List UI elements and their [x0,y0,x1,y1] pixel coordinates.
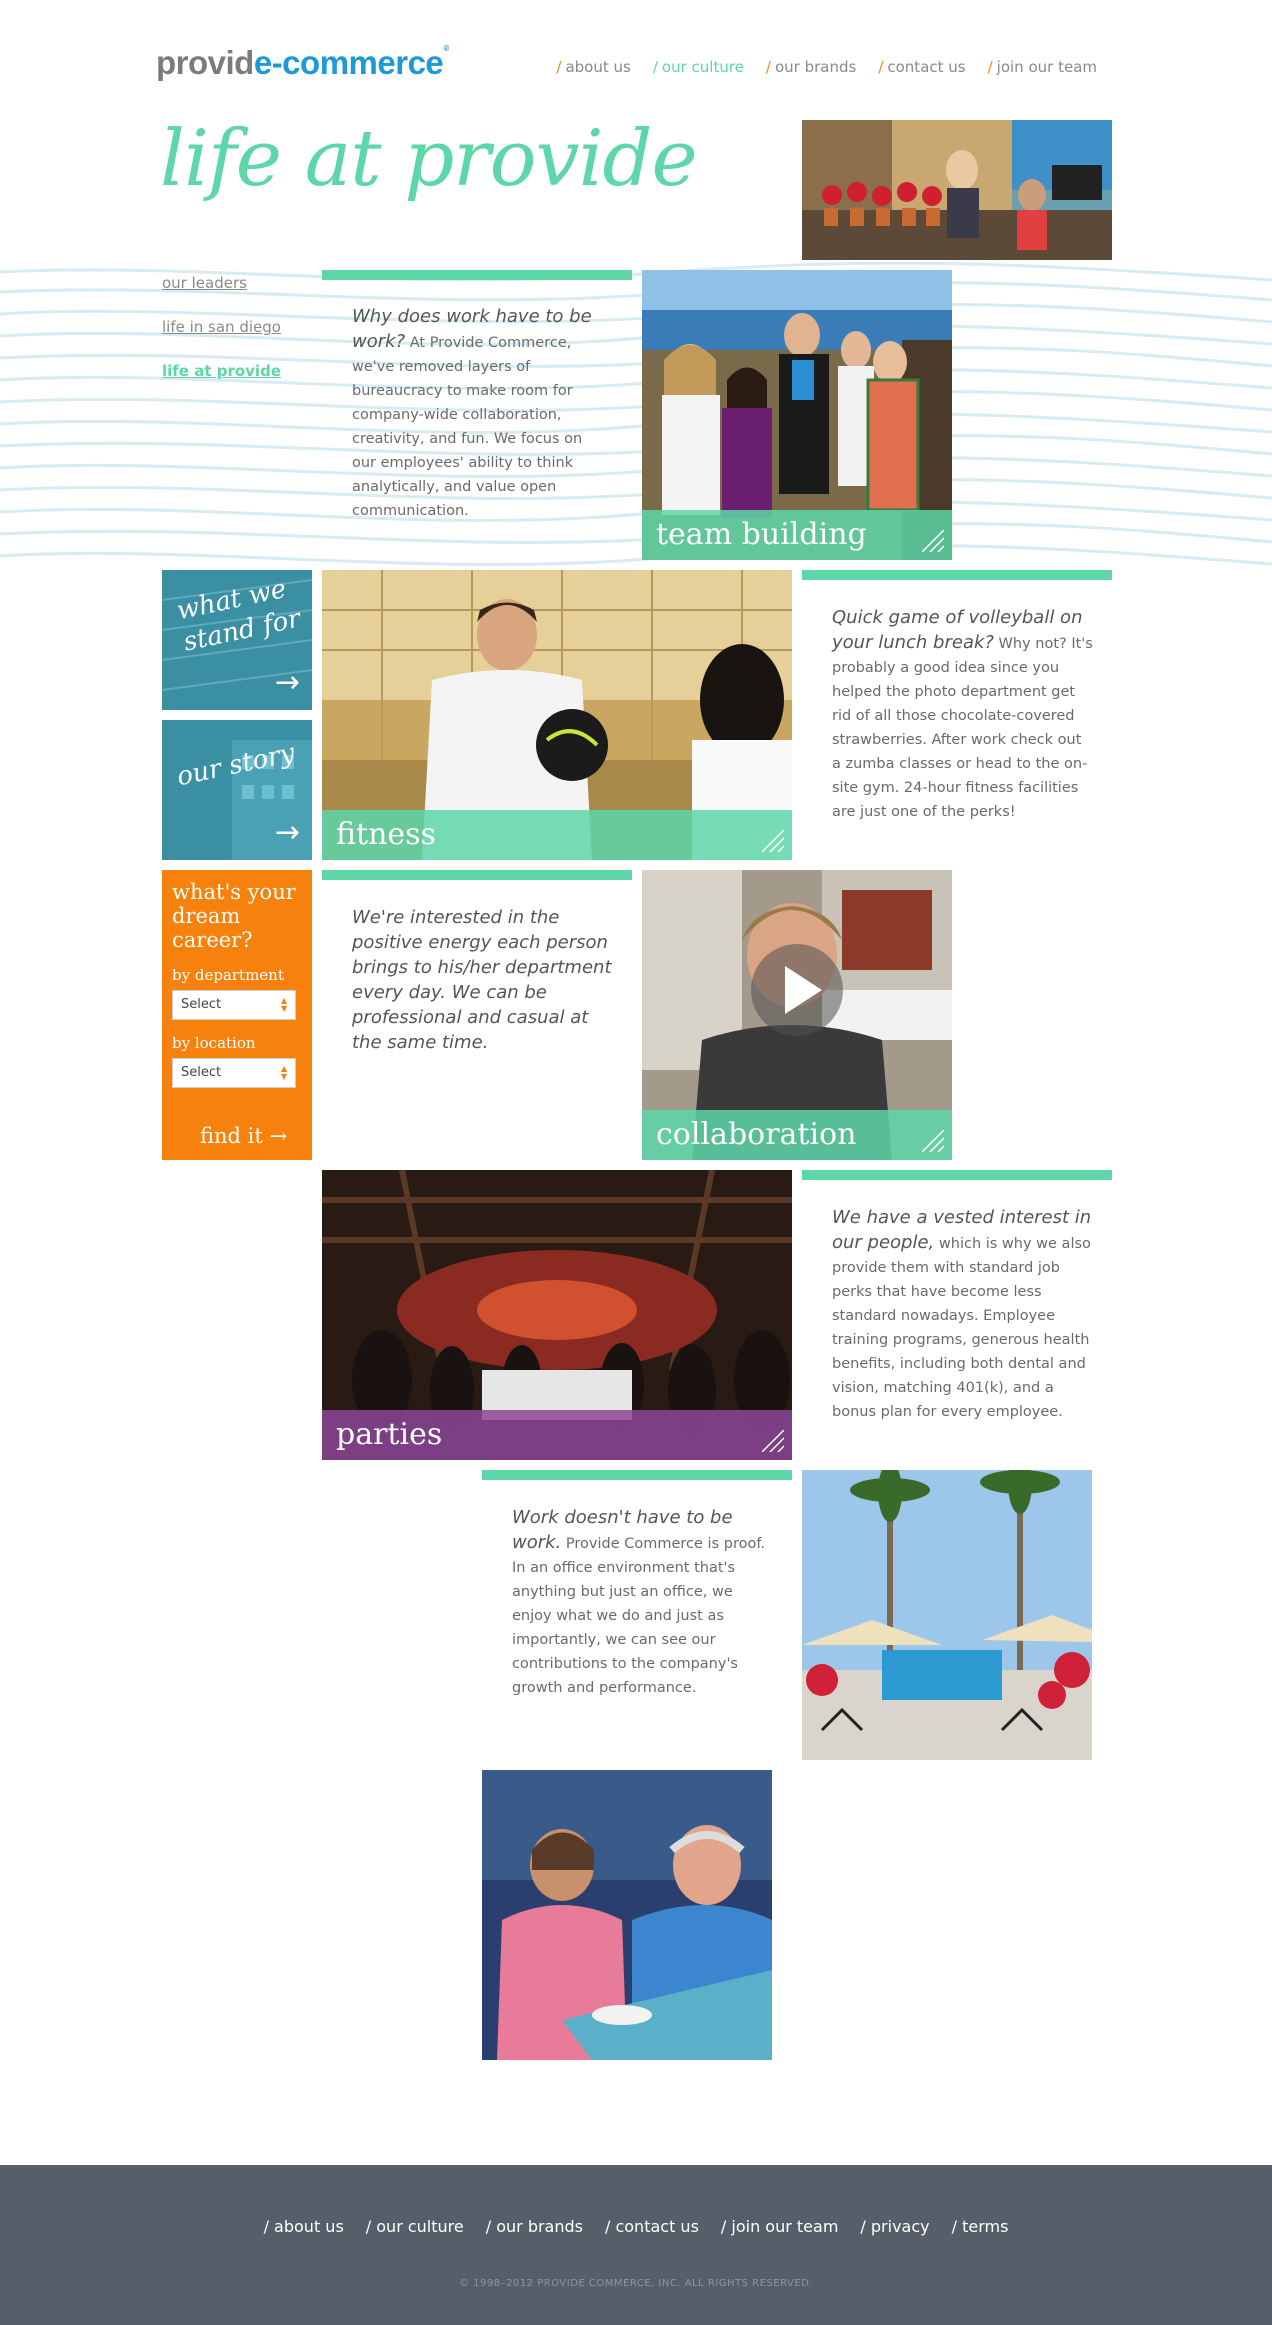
caption-collaboration: collaboration [642,1110,952,1160]
logo[interactable]: provide-commerce® [156,44,449,82]
sidebar-item-life-in-san-diego[interactable]: life in san diego [162,318,281,336]
select-spinner-icon: ▲ ▼ [281,1064,288,1081]
text-lead: We're interested in the positive energy … [352,907,612,1053]
text-block-work: Why does work have to be work? At Provid… [352,305,610,523]
caption-text: parties [336,1417,443,1452]
logo-text-part2: e-commerce [253,44,444,81]
accent-bar [802,570,1112,580]
nav-contact-us[interactable]: / contact us [878,58,965,76]
nav-join-our-team[interactable]: / join our team [988,58,1097,76]
campus-photo [802,1470,1092,1760]
corner-icon [922,530,944,552]
nav-our-brands[interactable]: / our brands [766,58,856,76]
caption-text: collaboration [656,1117,857,1152]
arrow-right-icon: → [274,815,300,850]
logo-mark: ® [443,44,449,53]
sidebar-item-our-leaders[interactable]: our leaders [162,274,247,292]
caption-parties: parties [322,1410,792,1460]
arrow-right-icon: → [269,1124,288,1148]
page-title: life at provide [160,114,698,204]
accent-bar [322,270,632,280]
footer-link-our-brands[interactable]: / our brands [486,2217,583,2236]
lunch-photo [482,1770,772,2060]
text-block-energy: We're interested in the positive energy … [352,906,612,1056]
caption-text: fitness [336,817,436,852]
footer: / about us / our culture / our brands / … [0,2165,1272,2325]
text-body: At Provide Commerce, we've removed layer… [352,335,583,519]
office-photo [802,120,1112,260]
corner-icon [762,830,784,852]
text-block-proof: Work doesn't have to be work. Provide Co… [512,1506,774,1700]
nav-our-culture[interactable]: / our culture [653,58,744,76]
tile-our-story[interactable]: our story → [162,720,312,860]
sidebar-item-life-at-provide[interactable]: life at provide [162,362,281,380]
career-search-box: what's your dream career? by department … [162,870,312,1160]
career-title: what's your dream career? [172,880,296,952]
collaboration-video[interactable]: collaboration [642,870,952,1160]
copyright: © 1998–2012 PROVIDE COMMERCE, INC. ALL R… [458,2278,814,2289]
wave-background [0,262,1272,582]
department-select[interactable]: Select ▲ ▼ [172,990,296,1020]
nav-about-us[interactable]: / about us [556,58,630,76]
footer-link-terms[interactable]: / terms [952,2217,1009,2236]
footer-link-privacy[interactable]: / privacy [860,2217,929,2236]
find-it-button[interactable]: find it → [200,1124,287,1148]
parties-photo[interactable]: parties [322,1170,792,1460]
tile-what-we-stand-for[interactable]: what we stand for → [162,570,312,710]
footer-link-contact-us[interactable]: / contact us [605,2217,699,2236]
corner-icon [922,1130,944,1152]
caption-text: team building [656,517,867,552]
caption-team-building: team building [642,510,952,560]
arrow-right-icon: → [274,665,300,700]
logo-text-part1: provid [156,44,254,81]
fitness-photo[interactable]: fitness [322,570,792,860]
text-body: Provide Commerce is proof. In an office … [512,1536,765,1696]
location-select[interactable]: Select ▲ ▼ [172,1058,296,1088]
by-department-label: by department [172,966,284,984]
top-nav: / about us / our culture / our brands / cont… [556,58,1097,76]
team-building-photo[interactable]: team building [642,270,952,560]
footer-link-about-us[interactable]: / about us [264,2217,344,2236]
text-body: Why not? It's probably a good idea since… [832,636,1093,820]
select-spinner-icon: ▲ ▼ [281,996,288,1013]
corner-icon [762,1430,784,1452]
accent-bar [482,1470,792,1480]
accent-bar [802,1170,1112,1180]
caption-fitness: fitness [322,810,792,860]
footer-link-join-our-team[interactable]: / join our team [721,2217,839,2236]
text-body: which is why we also provide them with s… [832,1236,1091,1420]
by-location-label: by location [172,1034,256,1052]
footer-link-our-culture[interactable]: / our culture [366,2217,464,2236]
accent-bar [322,870,632,880]
text-block-volleyball: Quick game of volleyball on your lunch b… [832,606,1094,824]
text-block-people: We have a vested interest in our people,… [832,1206,1094,1424]
footer-nav: / about us / our culture / our brands / … [0,2217,1272,2236]
